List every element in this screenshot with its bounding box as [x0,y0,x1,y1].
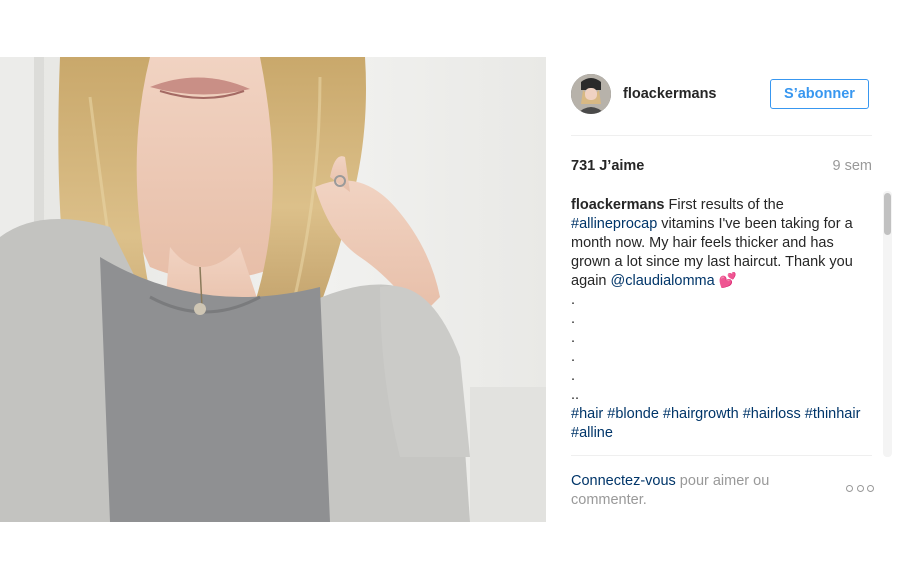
comments-list[interactable]: floackermans First results of the #allin… [571,196,861,454]
follow-button[interactable]: S’abonner [770,79,869,109]
caption-username[interactable]: floackermans [571,197,665,213]
heart-emoji: 💕 [718,273,737,289]
hashtag-link[interactable]: #allineprocap [571,216,657,232]
post-header: floackermans S’abonner [571,74,872,116]
post-side-panel: floackermans S’abonner 731 J’aime 9 sem … [546,57,897,522]
author-username[interactable]: floackermans [623,86,717,102]
hashtag-link[interactable]: #hairloss [743,406,801,422]
hashtag-link[interactable]: #blonde [607,406,659,422]
caption: floackermans First results of the #allin… [571,196,861,291]
caption-dot: . [571,311,576,327]
comments-divider [571,455,872,456]
post-age[interactable]: 9 sem [833,158,873,174]
login-link[interactable]: Connectez-vous [571,473,676,489]
header-divider [571,135,872,136]
caption-dot: . [571,349,576,365]
post-photo[interactable] [0,57,546,522]
caption-dot: . [571,330,576,346]
caption-dot: . [571,368,576,384]
next-comment-partial: _ _ _ _ _ _ _ _ _ _ _ _ _ _ _ [571,444,749,454]
login-prompt: Connectez-vous pour aimer ou commenter. [571,472,801,510]
dot-icon [867,484,874,492]
hashtag-link[interactable]: #thinhair [805,406,861,422]
post-stats: 731 J’aime 9 sem [571,158,872,178]
caption-text-1: First results of the [664,197,784,213]
post-photo-image [0,57,546,522]
caption-dot: . [571,292,576,308]
likes-count[interactable]: 731 J’aime [571,158,644,174]
hashtag-link[interactable]: #alline [571,425,613,441]
hashtag-list: #hair #blonde #hairgrowth #hairloss #thi… [571,405,861,443]
more-options-icon[interactable] [846,481,874,495]
avatar-image [571,74,611,114]
caption-dot: .. [571,387,580,403]
avatar[interactable] [571,74,611,114]
comments-scrollbar[interactable] [883,191,892,457]
scrollbar-thumb[interactable] [884,193,891,235]
hashtag-link[interactable]: #hairgrowth [663,406,739,422]
hashtag-link[interactable]: #hair [571,406,603,422]
dot-icon [846,484,853,492]
dot-icon [856,484,864,492]
mention-link[interactable]: @claudialomma [611,273,715,289]
